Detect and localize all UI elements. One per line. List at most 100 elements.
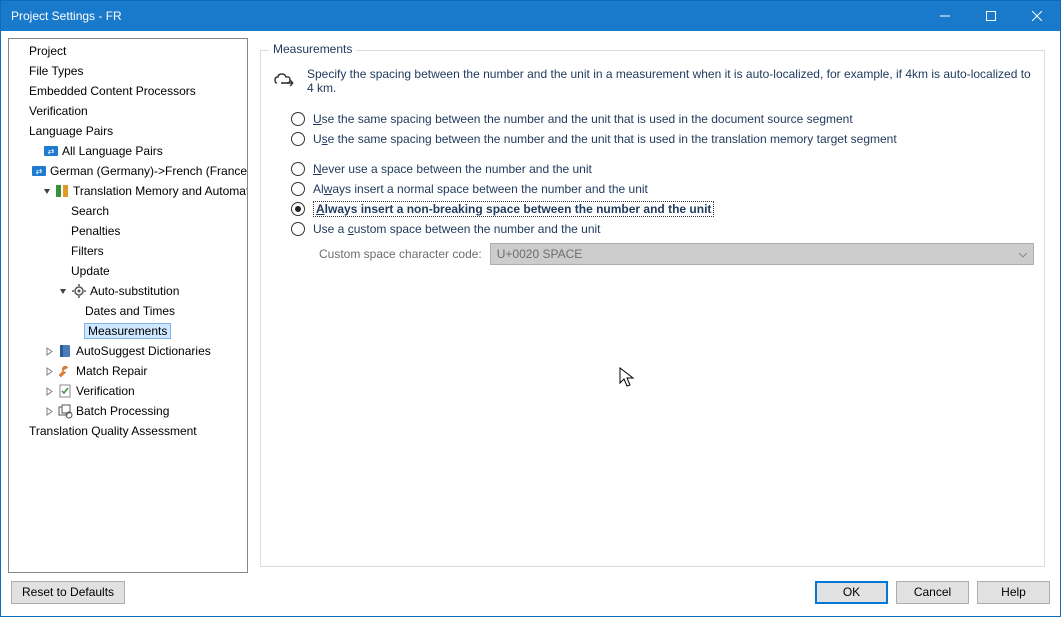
tree-item[interactable]: Filters [9, 241, 247, 261]
tree-item[interactable]: Search [9, 201, 247, 221]
radio-indicator [291, 182, 305, 196]
dialog-footer: Reset to Defaults OK Cancel Help [1, 580, 1060, 610]
tree-item-label: Project [29, 44, 66, 58]
tree-item[interactable]: Batch Processing [9, 401, 247, 421]
radio-indicator [291, 112, 305, 126]
arrow-placeholder [57, 205, 69, 217]
tree-item[interactable]: AutoSuggest Dictionaries [9, 341, 247, 361]
tree-item-label: All Language Pairs [62, 144, 163, 158]
tree-item[interactable]: Verification [9, 101, 247, 121]
tree-item-label: Verification [76, 384, 135, 398]
tree-item-label: German (Germany)->French (France) [50, 164, 248, 178]
book-icon [57, 343, 73, 359]
tree-item[interactable]: Translation Quality Assessment [9, 421, 247, 441]
tree-item-label: Batch Processing [76, 404, 169, 418]
radio-r6[interactable]: Use a custom space between the number an… [291, 219, 1034, 239]
arrow-right-icon[interactable] [43, 365, 55, 377]
radio-label: Use the same spacing between the number … [313, 112, 853, 126]
tree-item-label: Translation Quality Assessment [29, 424, 197, 438]
arrow-placeholder [29, 145, 41, 157]
tree-item[interactable]: Dates and Times [9, 301, 247, 321]
tree-item[interactable]: Project [9, 41, 247, 61]
arrow-placeholder [71, 325, 83, 337]
tree-item-label: Verification [29, 104, 88, 118]
radio-r2[interactable]: Use the same spacing between the number … [291, 129, 1034, 149]
arrow-placeholder [57, 225, 69, 237]
titlebar: Project Settings - FR [1, 1, 1060, 31]
tree-item[interactable]: File Types [9, 61, 247, 81]
tree-item[interactable]: ⇄ German (Germany)->French (France) [9, 161, 247, 181]
reset-button[interactable]: Reset to Defaults [11, 581, 125, 604]
tree-item[interactable]: Auto-substitution [9, 281, 247, 301]
tree-item-label: Filters [71, 244, 104, 258]
tree-item-label: Language Pairs [29, 124, 113, 138]
tree-item[interactable]: Translation Memory and Automated Transla… [9, 181, 247, 201]
radio-indicator [291, 162, 305, 176]
ok-button[interactable]: OK [815, 581, 888, 604]
tree-item-label: Embedded Content Processors [29, 84, 196, 98]
tree-item[interactable]: Verification [9, 381, 247, 401]
arrow-placeholder [57, 265, 69, 277]
radio-r5[interactable]: Always insert a non-breaking space betwe… [291, 199, 1034, 219]
tree-item[interactable]: Penalties [9, 221, 247, 241]
tree-item-label: File Types [29, 64, 83, 78]
close-button[interactable] [1014, 1, 1060, 31]
cancel-button[interactable]: Cancel [896, 581, 969, 604]
arrow-placeholder [57, 245, 69, 257]
tree-item-label: Search [71, 204, 109, 218]
help-button[interactable]: Help [977, 581, 1050, 604]
tree-item[interactable]: Measurements [9, 321, 247, 341]
custom-space-select: U+0020 SPACE [490, 243, 1034, 265]
settings-tree[interactable]: Project File Types Embedded Content Proces… [8, 38, 248, 573]
tree-item[interactable]: Update [9, 261, 247, 281]
maximize-button[interactable] [968, 1, 1014, 31]
arrow-placeholder [15, 105, 27, 117]
tree-item-label: Match Repair [76, 364, 147, 378]
radio-r4[interactable]: Always insert a normal space between the… [291, 179, 1034, 199]
arrow-right-icon[interactable] [43, 405, 55, 417]
radio-indicator [291, 202, 305, 216]
radio-label: Use a custom space between the number an… [313, 222, 601, 236]
radio-indicator [291, 222, 305, 236]
tree-item[interactable]: Match Repair [9, 361, 247, 381]
lang-pair-icon: ⇄ [31, 163, 47, 179]
arrow-down-icon[interactable] [43, 185, 52, 197]
tree-item[interactable]: Language Pairs [9, 121, 247, 141]
radio-r3[interactable]: Never use a space between the number and… [291, 159, 1034, 179]
tree-item-label: Translation Memory and Automated Transla… [73, 184, 248, 198]
arrow-placeholder [15, 65, 27, 77]
radio-label: Always insert a non-breaking space betwe… [316, 202, 711, 216]
batch-icon [57, 403, 73, 419]
svg-text:⇄: ⇄ [48, 147, 55, 156]
tree-item-label: Measurements [84, 323, 171, 339]
tree-item-label: Dates and Times [85, 304, 175, 318]
spec-text: Specify the spacing between the number a… [307, 67, 1034, 95]
arrow-right-icon[interactable] [43, 385, 55, 397]
wrench-icon [57, 363, 73, 379]
chevron-down-icon [1019, 247, 1027, 261]
arrow-placeholder [15, 45, 27, 57]
arrow-placeholder [71, 305, 83, 317]
tree-item[interactable]: ⇄ All Language Pairs [9, 141, 247, 161]
svg-text:⇄: ⇄ [36, 167, 43, 176]
arrow-placeholder [15, 125, 27, 137]
arrow-placeholder [15, 425, 27, 437]
radio-indicator [291, 132, 305, 146]
radio-r1[interactable]: Use the same spacing between the number … [291, 109, 1034, 129]
arrow-right-icon[interactable] [43, 345, 55, 357]
custom-space-label: Custom space character code: [319, 247, 482, 261]
arrow-placeholder [15, 85, 27, 97]
arrow-down-icon[interactable] [57, 285, 69, 297]
window-title: Project Settings - FR [11, 9, 922, 23]
group-legend: Measurements [269, 42, 356, 56]
radio-label: Never use a space between the number and… [313, 162, 592, 176]
radio-label: Use the same spacing between the number … [313, 132, 897, 146]
tree-item[interactable]: Embedded Content Processors [9, 81, 247, 101]
minimize-button[interactable] [922, 1, 968, 31]
tree-item-label: Update [71, 264, 110, 278]
measurements-icon [273, 69, 297, 93]
tree-item-label: Auto-substitution [90, 284, 179, 298]
custom-space-value: U+0020 SPACE [497, 247, 583, 261]
tree-item-label: AutoSuggest Dictionaries [76, 344, 211, 358]
radio-label: Always insert a normal space between the… [313, 182, 648, 196]
